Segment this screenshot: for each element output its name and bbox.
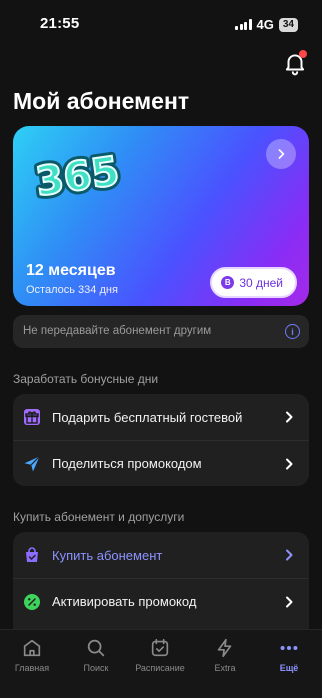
status-time: 21:55 — [40, 15, 80, 32]
signal-icon — [235, 19, 252, 30]
card-open-button[interactable] — [266, 139, 296, 169]
share-promo-row[interactable]: Поделиться промокодом — [13, 440, 309, 486]
page-title: Мой абонемент — [13, 88, 190, 114]
network-type: 4G — [256, 17, 274, 32]
gift-guest-row[interactable]: Подарить бесплатный гостевой — [13, 394, 309, 440]
warning-text: Не передавайте абонемент другим — [23, 325, 212, 337]
logo-365-icon: 365 365 — [29, 144, 126, 204]
lightning-icon — [217, 638, 232, 658]
warning-banner: Не передавайте абонемент другим i — [13, 315, 309, 348]
activate-promo-row[interactable]: Активировать промокод — [13, 578, 309, 624]
tab-extra[interactable]: Extra — [193, 637, 257, 673]
share-promo-label: Поделиться промокодом — [52, 456, 202, 471]
section-label-buy: Купить абонемент и допуслуги — [13, 510, 185, 524]
tab-home[interactable]: Главная — [0, 637, 64, 673]
buy-subscription-label: Купить абонемент — [52, 547, 163, 563]
subscription-period: 12 месяцев — [26, 262, 116, 279]
subscription-card[interactable]: 365 365 12 месяцев Осталось 334 дня B 30… — [13, 126, 309, 306]
svg-text:365: 365 — [33, 148, 122, 204]
promo-icon — [24, 593, 40, 610]
subscription-remaining: Осталось 334 дня — [26, 284, 118, 296]
chevron-right-icon — [286, 411, 293, 423]
tab-schedule[interactable]: Расписание — [128, 637, 192, 673]
notification-bell-button[interactable] — [282, 50, 308, 76]
calendar-icon — [151, 638, 169, 657]
chevron-right-icon — [286, 549, 293, 561]
tab-more[interactable]: Ещё — [257, 637, 321, 673]
tab-search[interactable]: Поиск — [64, 637, 128, 673]
gift-icon — [24, 409, 40, 425]
chevron-right-icon — [278, 149, 285, 159]
status-bar: 21:55 4G 34 — [0, 0, 322, 46]
buy-subscription-row[interactable]: Купить абонемент — [13, 532, 309, 578]
search-icon — [87, 639, 105, 657]
bonus-days-label: 30 дней — [239, 275, 283, 290]
bonus-coin-icon: B — [221, 276, 235, 289]
more-icon — [280, 645, 298, 651]
status-indicators: 4G 34 — [235, 17, 298, 32]
info-icon[interactable]: i — [285, 324, 300, 339]
section-label-bonus: Заработать бонусные дни — [13, 372, 159, 386]
bonus-days-button[interactable]: B 30 дней — [210, 267, 297, 298]
send-icon — [24, 455, 40, 471]
home-icon — [23, 639, 41, 657]
tab-bar: Главная Поиск Расписание Extra Ещё — [0, 629, 322, 698]
buy-actions-group: Купить абонемент Активировать промокод — [13, 532, 309, 629]
chevron-right-icon — [286, 458, 293, 469]
gift-guest-label: Подарить бесплатный гостевой — [52, 409, 243, 425]
shopping-bag-icon — [26, 547, 38, 562]
activate-promo-label: Активировать промокод — [52, 594, 197, 609]
battery-icon: 34 — [278, 17, 298, 32]
notification-dot — [299, 50, 307, 58]
chevron-right-icon — [286, 596, 293, 607]
bonus-actions-group: Подарить бесплатный гостевой Поделиться … — [13, 394, 309, 486]
